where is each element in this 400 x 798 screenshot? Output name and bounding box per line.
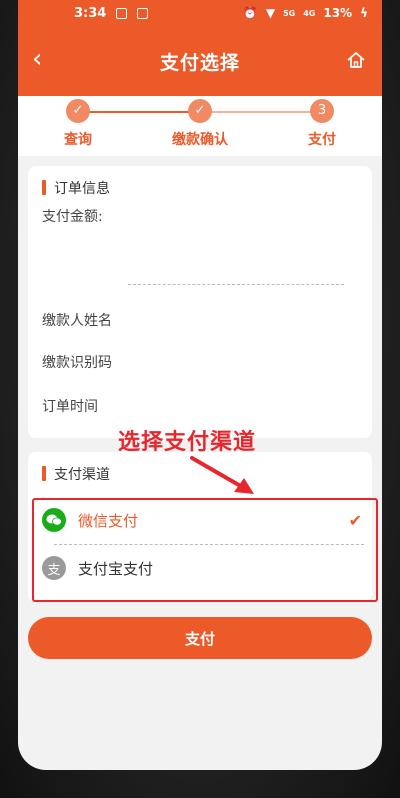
step-confirm: ✓ 缴款确认 xyxy=(160,99,240,149)
back-icon[interactable]: ‹ xyxy=(32,46,42,72)
battery-level: 13% xyxy=(323,6,353,20)
step-pay: 3 支付 xyxy=(282,99,362,149)
channel-divider xyxy=(54,544,364,545)
page-title: 支付选择 xyxy=(159,51,240,74)
alarm-icon: ⏰ xyxy=(242,6,258,20)
divider xyxy=(128,284,344,285)
home-icon[interactable] xyxy=(346,50,366,70)
alipay-icon: 支 xyxy=(42,556,66,580)
annotation-text: 选择支付渠道 xyxy=(118,430,257,455)
status-bar: 3:34 ⏰ ▼ 5G 4G 13% ϟ xyxy=(18,0,382,26)
signal-4g: 4G xyxy=(303,8,316,18)
status-time: 3:34 xyxy=(74,5,107,21)
step-check-icon: ✓ xyxy=(66,99,90,123)
wifi-icon: ▼ xyxy=(265,6,276,20)
app-screen: 3:34 ⏰ ▼ 5G 4G 13% ϟ ‹ 支付选择 ✓ 查询 ✓ 缴款确认 xyxy=(18,0,382,770)
id-code-label: 缴款识别码 xyxy=(42,355,112,371)
channel-label: 微信支付 xyxy=(78,511,139,530)
step-label: 缴款确认 xyxy=(172,132,228,148)
nav-bar: ‹ 支付选择 xyxy=(18,26,382,96)
order-info-card: 订单信息 支付金额: 缴款人姓名 缴款识别码 订单时间 xyxy=(28,166,372,438)
annotation-arrow-icon xyxy=(190,456,254,494)
channel-alipay[interactable]: 支 支付宝支付 xyxy=(42,548,362,588)
payer-name-label: 缴款人姓名 xyxy=(42,313,112,329)
wechat-icon xyxy=(42,508,66,532)
sim-icon xyxy=(116,7,128,19)
step-label: 查询 xyxy=(64,132,92,148)
selected-check-icon: ✔ xyxy=(348,510,362,530)
step-number: 3 xyxy=(310,99,334,123)
channel-wechat[interactable]: 微信支付 ✔ xyxy=(42,500,362,540)
channel-section-title: 支付渠道 xyxy=(42,464,110,484)
order-time-label: 订单时间 xyxy=(42,399,98,415)
order-section-title: 订单信息 xyxy=(42,178,110,198)
step-check-icon: ✓ xyxy=(188,99,212,123)
amount-label: 支付金额: xyxy=(42,209,103,225)
pay-button[interactable]: 支付 xyxy=(28,617,372,659)
step-label: 支付 xyxy=(308,132,336,148)
charging-icon: ϟ xyxy=(360,6,368,20)
step-query: ✓ 查询 xyxy=(38,99,118,149)
channel-label: 支付宝支付 xyxy=(78,559,154,578)
progress-steps: ✓ 查询 ✓ 缴款确认 3 支付 xyxy=(18,96,382,156)
gallery-icon xyxy=(137,7,149,19)
signal-5g: 5G xyxy=(283,8,296,18)
